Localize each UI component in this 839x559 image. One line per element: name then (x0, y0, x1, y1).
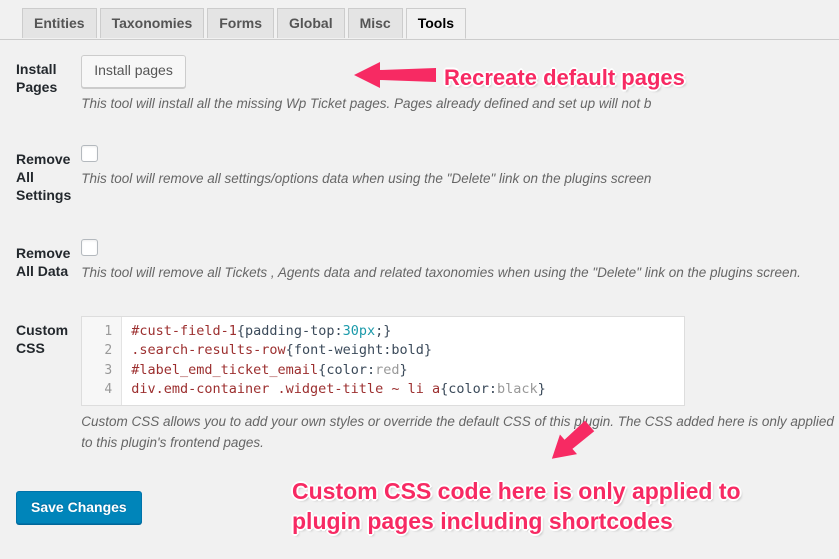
install-pages-button[interactable]: Install pages (81, 55, 186, 88)
code-line-number: 2 (104, 343, 113, 359)
code-line-text: .search-results-row{font-weight:bold} (131, 342, 432, 359)
tab-taxonomies[interactable]: Taxonomies (99, 8, 205, 38)
code-line-number: 3 (104, 362, 113, 378)
code-line-number: 1 (104, 323, 113, 339)
row-remove-all-settings: Remove All Settings This tool will remov… (0, 130, 839, 225)
row-custom-css: Custom CSS 1 #cust-field-1{padding-top:30… (0, 301, 839, 469)
annotation-custom-css-note: Custom CSS code here is only applied to … (292, 478, 741, 534)
tab-global[interactable]: Global (277, 8, 345, 38)
tab-misc[interactable]: Misc (347, 8, 403, 38)
code-line: 3 #label_emd_ticket_email{color:red} (82, 361, 684, 381)
remove-all-settings-label: Remove All Settings (16, 150, 72, 204)
tab-tools[interactable]: Tools (405, 8, 467, 39)
code-line: 1 #cust-field-1{padding-top:30px;} (82, 322, 684, 342)
remove-all-data-checkbox[interactable] (81, 239, 99, 257)
annotation-recreate-default-pages: Recreate default pages (444, 65, 685, 90)
remove-all-settings-checkbox[interactable] (81, 144, 99, 162)
code-line-text: div.emd-container .widget-title ~ li a{c… (131, 381, 546, 398)
tab-forms[interactable]: Forms (207, 8, 275, 38)
custom-css-code-editor[interactable]: 1 #cust-field-1{padding-top:30px;} 2 .searc… (81, 315, 686, 406)
tab-entities[interactable]: Entities (22, 8, 97, 38)
remove-all-settings-field: This tool will remove all settings/optio… (81, 130, 839, 225)
remove-all-settings-description: This tool will remove all settings/optio… (81, 170, 652, 186)
settings-tab-bar: Entities Taxonomies Forms Global Misc Tools (0, 0, 839, 40)
custom-css-description: Custom CSS allows you to add your own st… (81, 413, 834, 450)
remove-all-data-label: Remove All Data (16, 245, 71, 280)
install-pages-label: Install Pages (16, 61, 58, 96)
code-lines-container: 1 #cust-field-1{padding-top:30px;} 2 .searc… (82, 322, 684, 400)
code-line-text: #cust-field-1{padding-top:30px;} (131, 322, 392, 339)
remove-all-data-field: This tool will remove all Tickets , Agen… (81, 224, 839, 300)
arrow-pointing-up-left-icon (551, 420, 595, 459)
custom-css-label: Custom CSS (16, 321, 69, 356)
code-line-text: #label_emd_ticket_email{color:red} (131, 361, 408, 378)
arrow-pointing-left-icon (354, 62, 436, 88)
row-remove-all-data: Remove All Data This tool will remove al… (0, 224, 839, 300)
save-changes-button[interactable]: Save Changes (16, 491, 142, 525)
code-line: 2 .search-results-row{font-weight:bold} (82, 341, 684, 361)
remove-all-data-description: This tool will remove all Tickets , Agen… (81, 265, 801, 281)
code-line-number: 4 (104, 382, 113, 398)
custom-css-field: 1 #cust-field-1{padding-top:30px;} 2 .searc… (81, 301, 839, 469)
code-line: 4 div.emd-container .widget-title ~ li a{… (82, 380, 684, 400)
tools-settings-form: Install Pages Install pages This tool wi… (0, 40, 839, 469)
install-pages-description: This tool will install all the missing W… (81, 95, 652, 111)
